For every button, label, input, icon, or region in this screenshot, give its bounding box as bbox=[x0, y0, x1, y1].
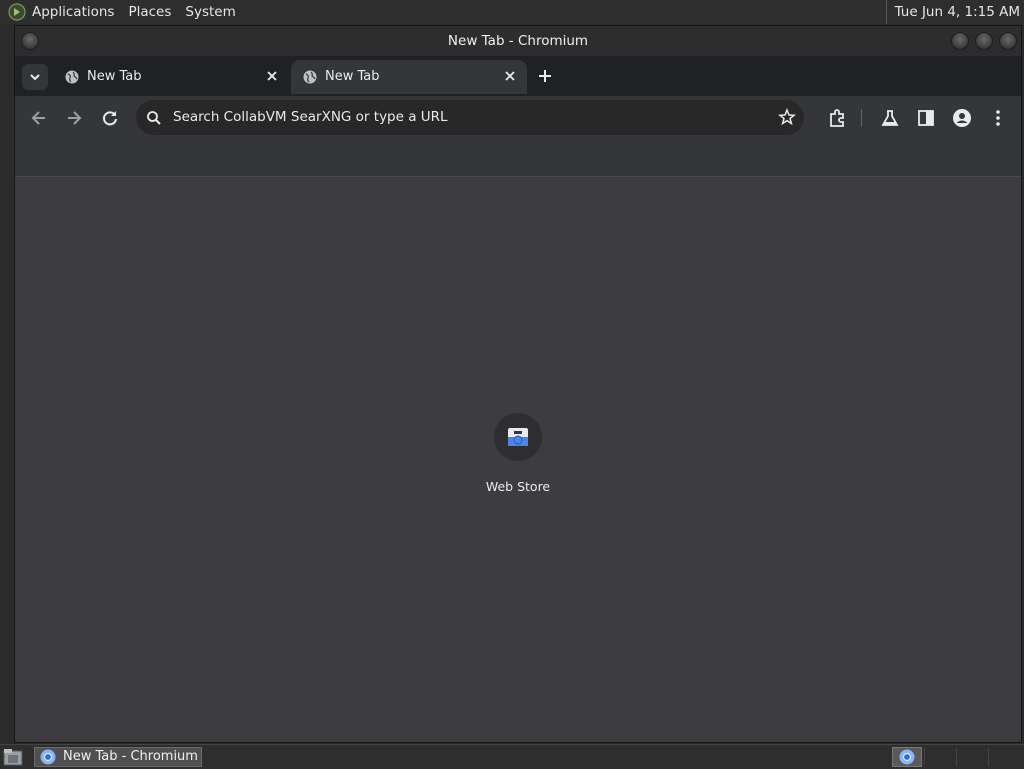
workspace-2[interactable] bbox=[924, 748, 955, 766]
globe-icon bbox=[303, 70, 317, 84]
reload-icon[interactable] bbox=[100, 108, 120, 128]
forward-icon[interactable] bbox=[64, 108, 84, 128]
globe-icon bbox=[65, 70, 79, 84]
search-icon bbox=[147, 111, 161, 125]
tab-1[interactable]: New Tab bbox=[53, 60, 289, 94]
file-manager-icon[interactable] bbox=[3, 748, 23, 766]
chromium-icon bbox=[40, 749, 56, 765]
extensions-icon[interactable] bbox=[827, 108, 847, 128]
maximize-button[interactable] bbox=[975, 32, 993, 50]
shortcut-label: Web Store bbox=[485, 479, 551, 494]
side-panel-icon[interactable] bbox=[916, 108, 936, 128]
web-store-icon bbox=[508, 428, 528, 446]
taskbar-item-chromium[interactable]: New Tab - Chromium bbox=[34, 747, 202, 767]
omnibox[interactable]: Search CollabVM SearXNG or type a URL bbox=[136, 100, 804, 135]
applications-menu[interactable]: Applications bbox=[32, 4, 114, 20]
clock[interactable]: Tue Jun 4, 1:15 AM bbox=[885, 0, 1020, 24]
places-menu[interactable]: Places bbox=[128, 4, 171, 20]
profile-icon[interactable] bbox=[952, 108, 972, 128]
chevron-down-icon bbox=[30, 74, 40, 81]
shortcut-web-store[interactable]: Web Store bbox=[477, 413, 559, 503]
star-icon[interactable] bbox=[778, 108, 796, 126]
labs-icon[interactable] bbox=[880, 108, 900, 128]
window-menu-button[interactable] bbox=[21, 32, 39, 50]
close-icon[interactable] bbox=[503, 69, 517, 83]
minimize-button[interactable] bbox=[951, 32, 969, 50]
new-tab-page: Web Store bbox=[15, 177, 1021, 742]
workspace-4[interactable] bbox=[988, 748, 1019, 766]
window-titlebar[interactable]: New Tab - Chromium bbox=[15, 26, 1021, 56]
close-icon[interactable] bbox=[265, 69, 279, 83]
more-icon[interactable] bbox=[988, 108, 1008, 128]
menu-logo-icon[interactable] bbox=[8, 3, 26, 21]
system-menu[interactable]: System bbox=[185, 4, 235, 20]
taskbar-item-label: New Tab - Chromium bbox=[63, 749, 198, 764]
tab-strip: New Tab New Tab bbox=[15, 56, 1021, 96]
workspace-3[interactable] bbox=[956, 748, 987, 766]
new-tab-button[interactable] bbox=[536, 67, 554, 85]
back-icon[interactable] bbox=[29, 108, 49, 128]
close-window-button[interactable] bbox=[999, 32, 1017, 50]
tab-2[interactable]: New Tab bbox=[291, 60, 527, 94]
omnibox-placeholder: Search CollabVM SearXNG or type a URL bbox=[173, 109, 448, 125]
tab-label: New Tab bbox=[325, 69, 380, 84]
bookmarks-bar bbox=[15, 140, 1021, 177]
toolbar-separator bbox=[861, 109, 862, 127]
tab-search-button[interactable] bbox=[22, 64, 48, 90]
toolbar: Search CollabVM SearXNG or type a URL bbox=[15, 96, 1021, 140]
window-title: New Tab - Chromium bbox=[447, 33, 589, 49]
shortcut-tile bbox=[494, 413, 542, 461]
tab-label: New Tab bbox=[87, 69, 142, 84]
top-panel: Applications Places System Tue Jun 4, 1:… bbox=[0, 0, 1024, 24]
browser-window: New Tab - Chromium New Tab New Tab Searc… bbox=[14, 25, 1022, 743]
workspace-1[interactable] bbox=[892, 747, 922, 767]
chromium-icon bbox=[899, 749, 915, 765]
bottom-panel: New Tab - Chromium bbox=[0, 744, 1024, 769]
